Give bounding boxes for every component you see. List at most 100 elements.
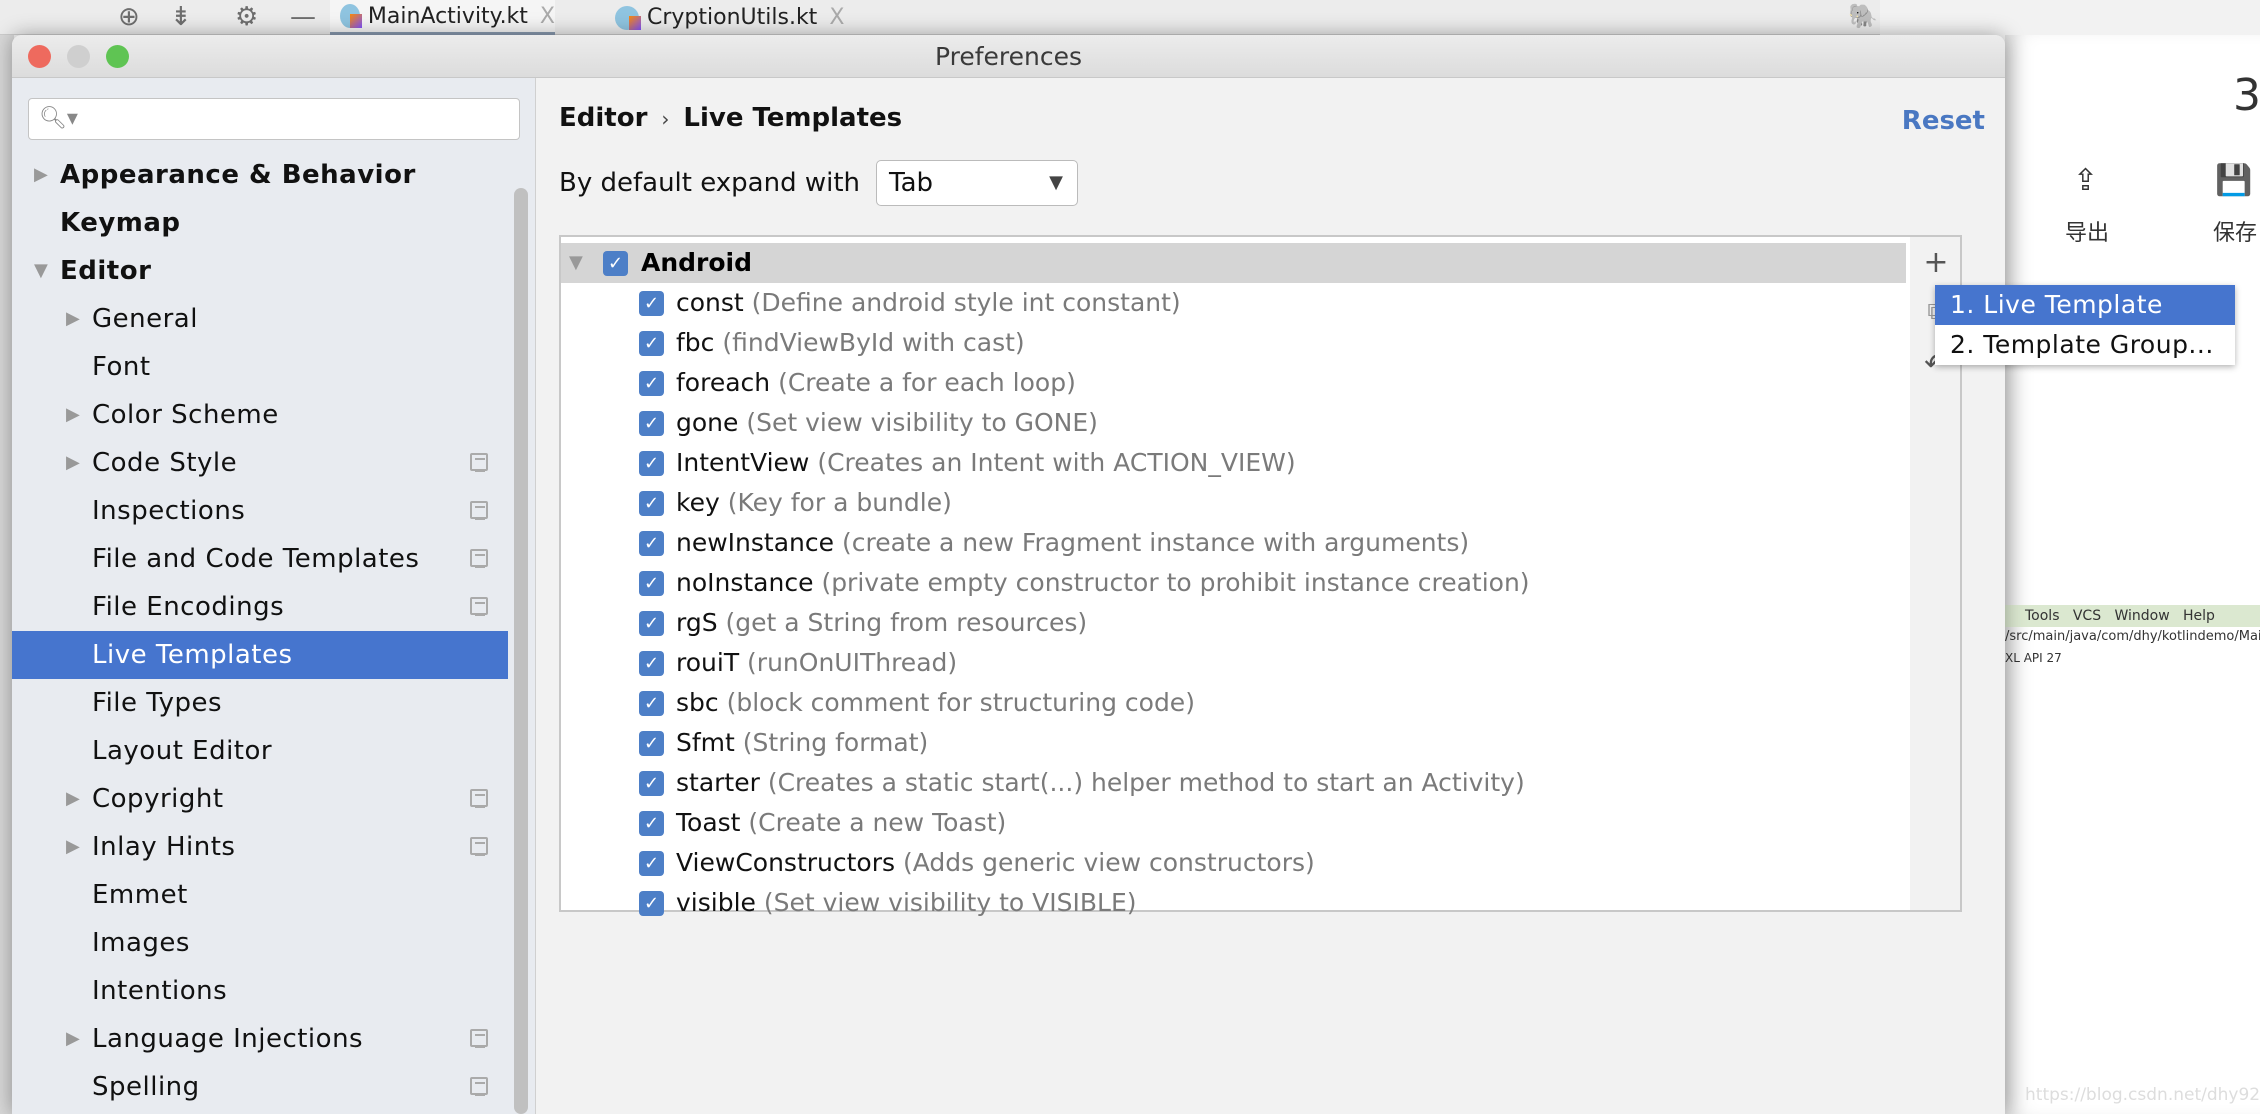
template-row[interactable]: ✓ key (Key for a bundle) (561, 483, 1906, 523)
sidebar-item-emmet[interactable]: Emmet (12, 871, 508, 919)
template-description: (private empty constructor to prohibit i… (821, 568, 1530, 597)
bg-number: 30 (2233, 70, 2260, 121)
minimize-window-button[interactable] (67, 45, 90, 68)
sidebar-item-copyright[interactable]: ▶ Copyright (12, 775, 508, 823)
zoom-window-button[interactable] (106, 45, 129, 68)
template-description: (block comment for structuring code) (726, 688, 1195, 717)
sidebar-item-keymap[interactable]: Keymap (12, 199, 508, 247)
expanded-arrow-icon[interactable]: ▼ (34, 247, 48, 295)
project-level-icon (470, 789, 488, 808)
template-checkbox[interactable]: ✓ (639, 291, 664, 316)
close-tab-icon[interactable]: X (829, 5, 844, 30)
project-level-icon (470, 1077, 488, 1096)
template-checkbox[interactable]: ✓ (639, 731, 664, 756)
template-row[interactable]: ✓ visible (Set view visibility to VISIBLE… (561, 883, 1906, 923)
template-checkbox[interactable]: ✓ (639, 331, 664, 356)
project-level-icon (470, 549, 488, 568)
template-row[interactable]: ✓ sbc (block comment for structuring code… (561, 683, 1906, 723)
sidebar-item-language-injections[interactable]: ▶ Language Injections (12, 1015, 508, 1063)
template-checkbox[interactable]: ✓ (639, 691, 664, 716)
template-row[interactable]: ✓ gone (Set view visibility to GONE) (561, 403, 1906, 443)
close-window-button[interactable] (28, 45, 51, 68)
template-row[interactable]: ✓ ViewConstructors (Adds generic view con… (561, 843, 1906, 883)
collapse-icon[interactable]: ⇟ (170, 2, 192, 32)
template-checkbox[interactable]: ✓ (639, 611, 664, 636)
template-row[interactable]: ✓ Sfmt (String format) (561, 723, 1906, 763)
template-row[interactable]: ✓ rouiT (runOnUIThread) (561, 643, 1906, 683)
template-row[interactable]: ✓ const (Define android style int constan… (561, 283, 1906, 323)
template-group-android[interactable]: ▼ ✓ Android (561, 243, 1906, 283)
template-abbreviation: visible (676, 888, 756, 917)
template-checkbox[interactable]: ✓ (639, 451, 664, 476)
tab-cryption-utils[interactable]: CryptionUtils.kt X (605, 0, 865, 35)
ide-toolbar: ⊕ ⇟ ⚙ — MainActivity.kt X CryptionUtils.… (0, 0, 1880, 35)
template-row[interactable]: ✓ IntentView (Creates an Intent with ACTI… (561, 443, 1906, 483)
sidebar-item-file-encodings[interactable]: File Encodings (12, 583, 508, 631)
collapsed-arrow-icon[interactable]: ▶ (66, 391, 80, 439)
tab-main-activity[interactable]: MainActivity.kt X (330, 0, 555, 35)
menu-item-live-template[interactable]: 1. Live Template (1935, 285, 2235, 325)
close-tab-icon[interactable]: X (540, 4, 555, 29)
sidebar-item-file-and-code-templates[interactable]: File and Code Templates (12, 535, 508, 583)
sidebar-item-font[interactable]: Font (12, 343, 508, 391)
settings-search-input[interactable]: 🔍︎▾ (28, 98, 520, 140)
template-abbreviation: rouiT (676, 648, 740, 677)
breadcrumb-parent[interactable]: Editor (559, 103, 647, 133)
template-row[interactable]: ✓ rgS (get a String from resources) (561, 603, 1906, 643)
sidebar-item-live-templates[interactable]: Live Templates (12, 631, 508, 679)
sidebar-item-inlay-hints[interactable]: ▶ Inlay Hints (12, 823, 508, 871)
template-checkbox[interactable]: ✓ (639, 771, 664, 796)
collapsed-arrow-icon[interactable]: ▶ (66, 295, 80, 343)
dialog-title: Preferences (934, 42, 1083, 71)
sidebar-item-spelling[interactable]: Spelling (12, 1063, 508, 1111)
expanded-arrow-icon[interactable]: ▼ (569, 243, 583, 283)
sidebar-item-general[interactable]: ▶ General (12, 295, 508, 343)
template-description: (Creates an Intent with ACTION_VIEW) (817, 448, 1296, 477)
gear-icon[interactable]: ⚙ (235, 2, 258, 32)
template-checkbox[interactable]: ✓ (639, 371, 664, 396)
template-row[interactable]: ✓ foreach (Create a for each loop) (561, 363, 1906, 403)
gradle-elephant-icon[interactable]: 🐘 (1848, 2, 1878, 30)
sidebar-item-code-style[interactable]: ▶ Code Style (12, 439, 508, 487)
sidebar-item-appearance-behavior[interactable]: ▶ Appearance & Behavior (12, 151, 508, 199)
template-checkbox[interactable]: ✓ (639, 891, 664, 916)
project-level-icon (470, 453, 488, 472)
template-checkbox[interactable]: ✓ (639, 811, 664, 836)
kotlin-file-icon (340, 4, 362, 28)
sidebar-scrollbar[interactable] (514, 188, 528, 1114)
template-row[interactable]: ✓ starter (Creates a static start(...) he… (561, 763, 1906, 803)
sidebar-item-file-types[interactable]: File Types (12, 679, 508, 727)
collapsed-arrow-icon[interactable]: ▶ (66, 1015, 80, 1063)
reset-link[interactable]: Reset (1902, 106, 1985, 136)
template-checkbox[interactable]: ✓ (639, 531, 664, 556)
sidebar-item-label: Color Scheme (92, 400, 279, 430)
add-icon[interactable]: + (1920, 245, 1952, 280)
sidebar-item-intentions[interactable]: Intentions (12, 967, 508, 1015)
collapsed-arrow-icon[interactable]: ▶ (34, 151, 48, 199)
template-row[interactable]: ✓ noInstance (private empty constructor t… (561, 563, 1906, 603)
sidebar-item-inspections[interactable]: Inspections (12, 487, 508, 535)
crosshair-icon[interactable]: ⊕ (118, 2, 140, 32)
tab-label: CryptionUtils.kt (647, 5, 818, 30)
template-row[interactable]: ✓ fbc (findViewById with cast) (561, 323, 1906, 363)
sidebar-item-editor[interactable]: ▼ Editor (12, 247, 508, 295)
template-checkbox[interactable]: ✓ (639, 651, 664, 676)
expand-with-select[interactable]: Tab ▼ (876, 160, 1078, 206)
sidebar-item-label: Editor (60, 256, 152, 286)
sidebar-item-color-scheme[interactable]: ▶ Color Scheme (12, 391, 508, 439)
template-checkbox[interactable]: ✓ (639, 851, 664, 876)
collapsed-arrow-icon[interactable]: ▶ (66, 775, 80, 823)
group-checkbox[interactable]: ✓ (603, 251, 628, 276)
minimize-icon[interactable]: — (290, 2, 316, 32)
template-checkbox[interactable]: ✓ (639, 491, 664, 516)
template-row[interactable]: ✓ newInstance (create a new Fragment inst… (561, 523, 1906, 563)
collapsed-arrow-icon[interactable]: ▶ (66, 439, 80, 487)
collapsed-arrow-icon[interactable]: ▶ (66, 823, 80, 871)
sidebar-item-layout-editor[interactable]: Layout Editor (12, 727, 508, 775)
sidebar-item-images[interactable]: Images (12, 919, 508, 967)
template-description: (Set view visibility to VISIBLE) (763, 888, 1137, 917)
template-checkbox[interactable]: ✓ (639, 411, 664, 436)
menu-item-template-group[interactable]: 2. Template Group... (1935, 325, 2235, 365)
template-row[interactable]: ✓ Toast (Create a new Toast) (561, 803, 1906, 843)
template-checkbox[interactable]: ✓ (639, 571, 664, 596)
